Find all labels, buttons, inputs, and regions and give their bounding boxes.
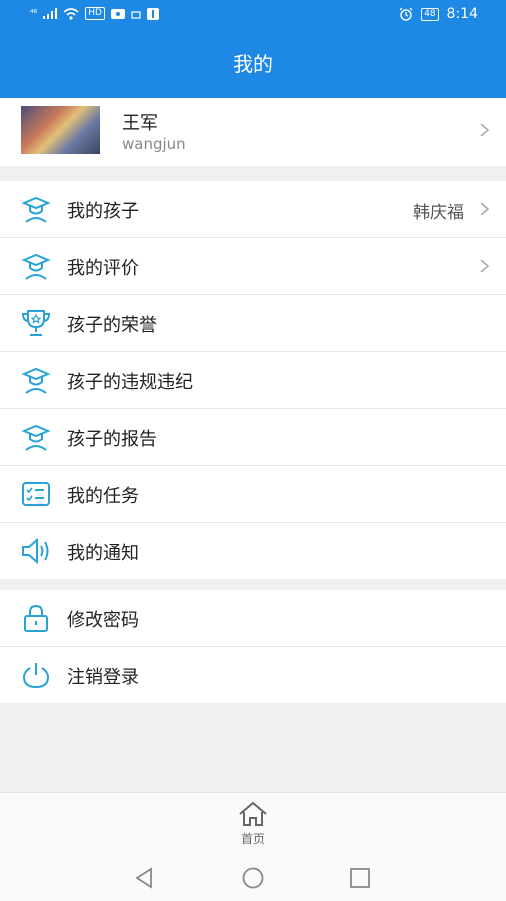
app-header: ⁴⁶ HD 48 8:14 我的: [0, 0, 506, 98]
tasklist-icon: [22, 482, 50, 506]
menu-item-label: 孩子的报告: [67, 429, 157, 450]
app-notification-icon: [146, 7, 159, 20]
menu-item-child-honors[interactable]: 孩子的荣誉: [0, 295, 506, 352]
speaker-icon: [22, 537, 49, 565]
profile-name: 王军: [122, 113, 158, 134]
status-time: 8:14: [446, 6, 478, 22]
menu-item-label: 注销登录: [67, 667, 139, 688]
signal-icon: [43, 8, 58, 19]
back-icon[interactable]: [133, 867, 155, 889]
child-name-value: 韩庆福: [413, 203, 464, 223]
menu-item-label: 孩子的荣誉: [67, 315, 157, 336]
menu-item-child-report[interactable]: 孩子的报告: [0, 409, 506, 466]
menu-item-my-child[interactable]: 我的孩子 韩庆福: [0, 181, 506, 238]
menu-item-my-notifications[interactable]: 我的通知: [0, 523, 506, 579]
menu-item-label: 我的评价: [67, 258, 139, 279]
menu-item-label: 孩子的违规违纪: [67, 372, 193, 393]
student-icon: [21, 424, 51, 451]
alarm-icon: [399, 7, 413, 21]
chevron-right-icon: [480, 203, 490, 215]
menu-item-child-violations[interactable]: 孩子的违规违纪: [0, 352, 506, 409]
menu-item-label: 我的通知: [67, 543, 139, 564]
battery-indicator: 48: [421, 7, 439, 21]
lock-icon: [24, 604, 48, 632]
network-type-label: ⁴⁶: [30, 8, 38, 19]
chevron-right-icon: [480, 124, 490, 136]
menu-item-label: 我的任务: [67, 486, 139, 507]
menu-item-label: 我的孩子: [67, 201, 139, 222]
menu-section-main: 我的孩子 韩庆福 我的评价 孩子的荣誉 孩子的违规违纪 孩子的报告 我的任务 我…: [0, 181, 506, 579]
menu-item-my-evaluation[interactable]: 我的评价: [0, 238, 506, 295]
student-icon: [21, 253, 51, 280]
trophy-icon: [21, 310, 51, 336]
menu-item-logout[interactable]: 注销登录: [0, 647, 506, 703]
menu-item-my-tasks[interactable]: 我的任务: [0, 466, 506, 523]
system-nav-bar: [0, 863, 506, 893]
wifi-icon: [63, 7, 79, 20]
menu-item-label: 修改密码: [67, 610, 139, 631]
profile-username: wangjun: [122, 135, 186, 153]
power-icon: [22, 663, 50, 689]
student-icon: [21, 367, 51, 394]
menu-section-account: 修改密码 注销登录: [0, 590, 506, 703]
status-bar: ⁴⁶ HD 48 8:14: [0, 0, 506, 30]
hd-badge: HD: [85, 7, 105, 20]
bottom-nav: 首页: [0, 792, 506, 901]
menu-item-change-password[interactable]: 修改密码: [0, 590, 506, 647]
avatar: [21, 106, 100, 154]
notification-icon: [131, 10, 141, 19]
nav-home[interactable]: 首页: [228, 801, 278, 847]
message-icon: [110, 8, 125, 19]
profile-card[interactable]: 王军 wangjun: [0, 98, 506, 166]
student-icon: [21, 196, 51, 223]
home-button-icon[interactable]: [241, 867, 265, 889]
nav-home-label: 首页: [240, 832, 265, 846]
recents-icon[interactable]: [349, 867, 371, 889]
page-title: 我的: [233, 52, 273, 76]
home-icon: [239, 801, 267, 826]
chevron-right-icon: [480, 260, 490, 272]
